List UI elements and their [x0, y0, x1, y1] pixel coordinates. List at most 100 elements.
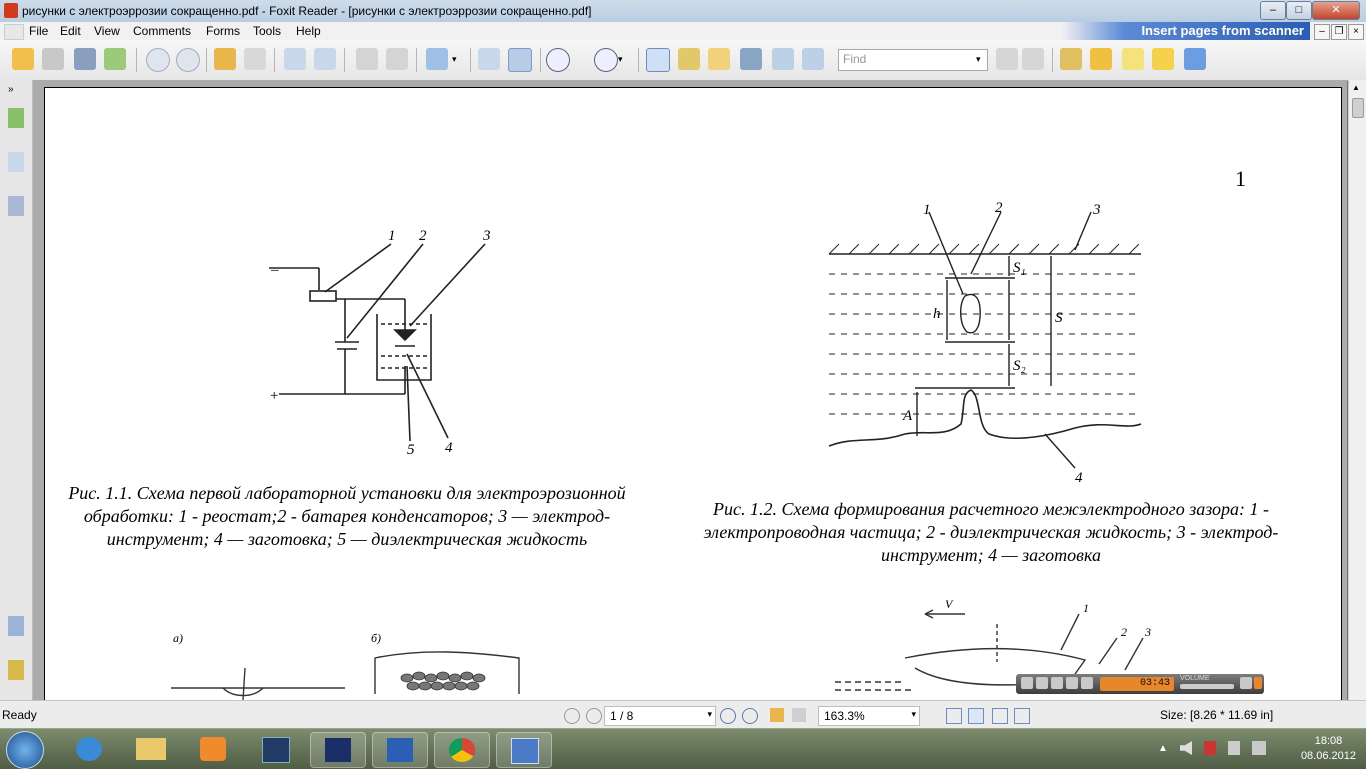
zoom-dropdown-icon[interactable]: ▾	[452, 48, 464, 70]
tray-app-icon[interactable]	[1252, 741, 1266, 755]
doc-restore-button[interactable]: ❐	[1331, 24, 1347, 40]
chrome-icon[interactable]	[434, 732, 490, 768]
fit-width-icon[interactable]	[508, 48, 532, 72]
media-stop-icon[interactable]	[1051, 677, 1063, 689]
save-icon[interactable]	[42, 48, 64, 70]
page-dropdown-icon[interactable]: ▾	[707, 709, 712, 720]
media-pause-icon[interactable]	[1036, 677, 1048, 689]
single-page-icon[interactable]	[946, 708, 962, 724]
collapse-panel-icon[interactable]: »	[8, 84, 24, 95]
save-app-icon[interactable]	[310, 732, 366, 768]
menu-edit[interactable]: Edit	[60, 24, 81, 38]
minimize-button[interactable]: –	[1260, 1, 1286, 20]
menu-view[interactable]: View	[94, 24, 120, 38]
zoom-menu-icon[interactable]: ▾	[618, 48, 630, 70]
menu-help[interactable]: Help	[296, 24, 321, 38]
photoshop-icon[interactable]	[248, 732, 302, 766]
email-icon[interactable]	[104, 48, 126, 70]
back-arrow-icon[interactable]	[214, 48, 236, 70]
network-icon[interactable]	[1204, 741, 1216, 755]
show-hidden-icons[interactable]: ▲	[1158, 743, 1168, 754]
foxit-reader-icon[interactable]	[496, 732, 552, 768]
fig2-label-2: 2	[995, 200, 1003, 216]
foxit-app-icon[interactable]	[4, 3, 18, 18]
insert-pages-banner[interactable]: Insert pages from scanner	[1062, 22, 1310, 40]
fig1-label-5: 5	[407, 442, 415, 456]
zoom-in-icon[interactable]	[426, 48, 448, 70]
pdf-page[interactable]: 1 – + 1 2 3 4 5 Рис. 1.1. Схема первой л…	[44, 87, 1342, 701]
attachments-icon[interactable]	[8, 660, 24, 680]
select-text-icon[interactable]	[678, 48, 700, 70]
undo-icon[interactable]	[356, 48, 378, 70]
media-minimize-icon[interactable]	[1240, 677, 1252, 689]
facing-icon[interactable]	[992, 708, 1008, 724]
doc-minimize-button[interactable]: –	[1314, 24, 1330, 40]
media-volume-slider[interactable]	[1180, 684, 1234, 689]
find-dropdown-icon[interactable]: ▾	[976, 48, 988, 70]
forward-arrow-icon[interactable]	[244, 48, 266, 70]
pencil-icon[interactable]	[1090, 48, 1112, 70]
find-binoculars-icon[interactable]	[740, 48, 762, 70]
previous-page-icon[interactable]	[146, 48, 170, 72]
vertical-scrollbar[interactable]: ▲	[1348, 80, 1366, 700]
system-clock[interactable]: 18:08 08.06.2012	[1301, 734, 1356, 764]
page-number-field[interactable]: 1 / 8 ▾	[604, 706, 716, 726]
start-button[interactable]	[6, 731, 44, 769]
continuous-facing-icon[interactable]	[1014, 708, 1030, 724]
snapshot-icon[interactable]	[802, 48, 824, 70]
print-icon[interactable]	[74, 48, 96, 70]
volume-icon[interactable]	[1180, 741, 1192, 755]
media-center-icon[interactable]	[186, 732, 240, 766]
open-icon[interactable]	[12, 48, 34, 70]
fit-page-icon[interactable]	[478, 48, 500, 70]
bookmarks-icon[interactable]	[8, 108, 24, 128]
action-center-icon[interactable]	[1228, 741, 1240, 755]
media-previous-icon[interactable]	[1066, 677, 1078, 689]
annotation-tool-icon[interactable]	[1060, 48, 1082, 70]
layers-icon[interactable]	[8, 196, 24, 216]
menu-file[interactable]: File	[29, 24, 48, 38]
pages-icon[interactable]	[8, 152, 24, 172]
word-icon[interactable]	[372, 732, 428, 768]
text-box-icon[interactable]	[1122, 48, 1144, 70]
find-previous-icon[interactable]	[996, 48, 1018, 70]
insert-pages-icon[interactable]	[314, 48, 336, 70]
menu-forms[interactable]: Forms	[206, 24, 240, 38]
maximize-button[interactable]: □	[1286, 1, 1312, 20]
first-page-icon[interactable]	[564, 708, 580, 724]
comments-panel-icon[interactable]	[8, 616, 24, 636]
menu-tools[interactable]: Tools	[253, 24, 281, 38]
zoom-in-circle-icon[interactable]	[594, 48, 618, 72]
media-next-icon[interactable]	[1081, 677, 1093, 689]
scroll-up-icon[interactable]: ▲	[1352, 84, 1362, 92]
menu-comments[interactable]: Comments	[133, 24, 191, 38]
file-explorer-icon[interactable]	[124, 732, 178, 766]
next-view-icon[interactable]	[792, 708, 806, 722]
document-menu-icon[interactable]	[4, 24, 24, 40]
hand-tool-icon[interactable]	[646, 48, 670, 72]
typewriter-icon[interactable]	[772, 48, 794, 70]
prev-page-icon[interactable]	[586, 708, 602, 724]
extract-pages-icon[interactable]	[284, 48, 306, 70]
close-button[interactable]: ✕	[1312, 1, 1360, 20]
continuous-icon[interactable]	[968, 708, 984, 724]
previous-view-icon[interactable]	[770, 708, 784, 722]
media-close-icon[interactable]	[1254, 677, 1262, 689]
find-field[interactable]	[838, 49, 988, 71]
zoom-out-icon[interactable]	[546, 48, 570, 72]
internet-explorer-icon[interactable]	[62, 732, 116, 766]
find-input[interactable]	[839, 50, 977, 68]
next-page-icon[interactable]	[176, 48, 200, 72]
media-play-icon[interactable]	[1021, 677, 1033, 689]
redo-icon[interactable]	[386, 48, 408, 70]
zoom-status-dropdown-icon[interactable]: ▾	[911, 709, 916, 720]
arrow-select-icon[interactable]	[708, 48, 730, 70]
note-icon[interactable]	[1152, 48, 1174, 70]
arrow-annotation-icon[interactable]	[1184, 48, 1206, 70]
doc-close-button[interactable]: ×	[1348, 24, 1364, 40]
last-page-icon[interactable]	[742, 708, 758, 724]
next-page-status-icon[interactable]	[720, 708, 736, 724]
scroll-thumb[interactable]	[1352, 98, 1364, 118]
zoom-field[interactable]: 163.3% ▾	[818, 706, 920, 726]
find-next-icon[interactable]	[1022, 48, 1044, 70]
